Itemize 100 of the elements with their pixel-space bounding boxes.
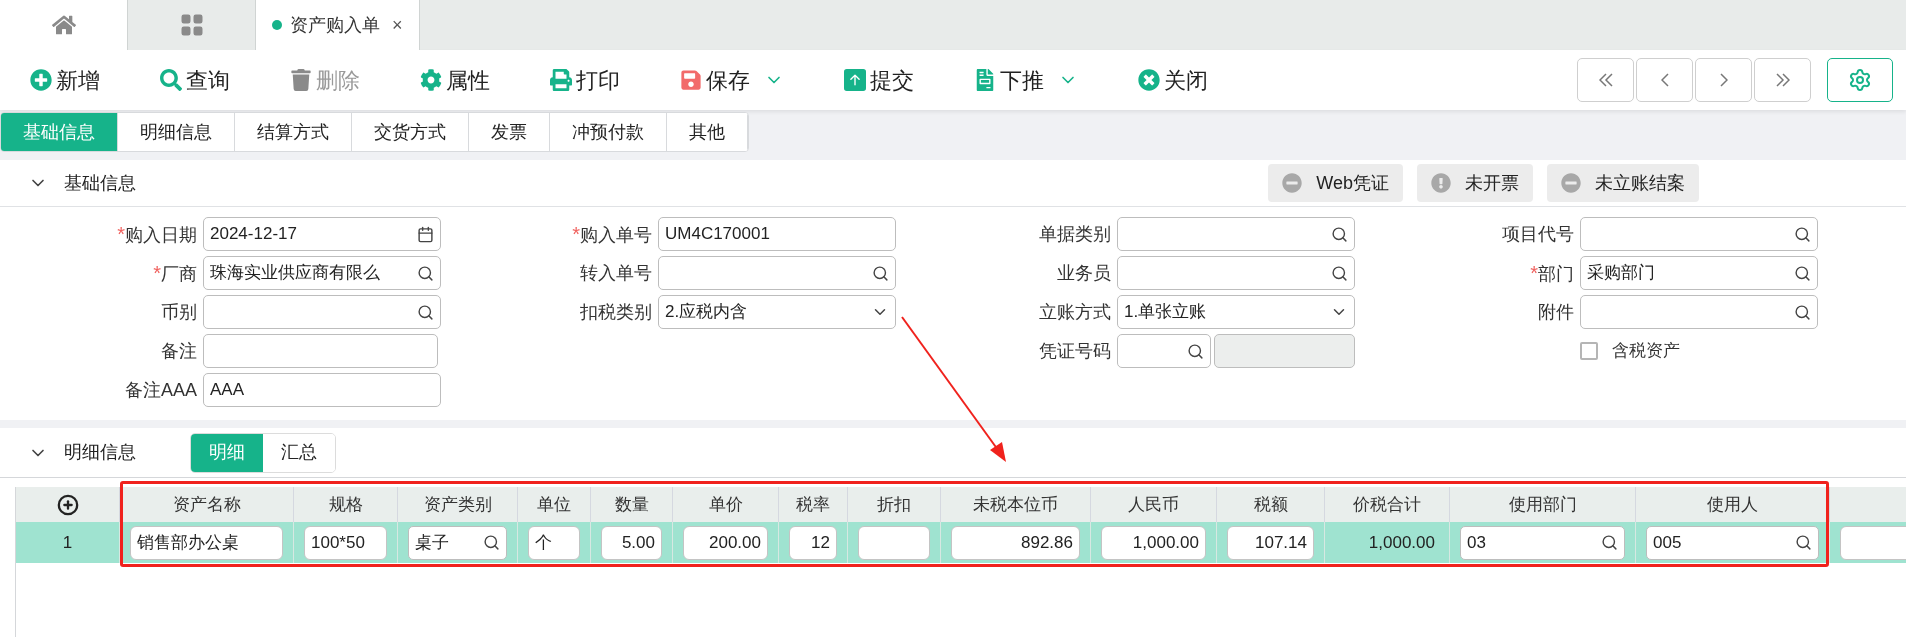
field-label: *厂商: [153, 261, 197, 286]
lookup-field[interactable]: [1117, 217, 1355, 251]
next-button[interactable]: [1695, 58, 1752, 102]
search-icon: [1331, 264, 1348, 282]
table-row[interactable]: 1 销售部办公桌 100*50 桌子 个 5.00 200.00 12 892.86 1,000.00 107.14 1,000.00 03 005: [16, 522, 1906, 563]
status-button[interactable]: Web凭证: [1268, 164, 1403, 202]
last-page-button[interactable]: [1754, 58, 1811, 102]
toolbar-button[interactable]: 关闭: [1138, 60, 1208, 100]
exclamation-icon: [1431, 173, 1451, 193]
field-label: *购入单号: [572, 222, 652, 247]
lookup-field[interactable]: 采购部门: [1580, 256, 1818, 290]
printer-icon: [550, 69, 572, 91]
toolbar-button[interactable]: 保存: [680, 60, 784, 100]
tab-title: 资产购入单: [290, 13, 380, 37]
cell-input[interactable]: 200.00: [683, 525, 768, 560]
home-icon: [51, 13, 76, 37]
field-label: 转入单号: [580, 261, 652, 285]
previous-button[interactable]: [1636, 58, 1693, 102]
lookup-field[interactable]: [1580, 217, 1818, 251]
field-label: 业务员: [1057, 261, 1111, 285]
lookup-field[interactable]: [1117, 334, 1211, 368]
field-label: 附件: [1538, 300, 1574, 324]
toolbar-button[interactable]: 查询: [160, 60, 230, 100]
cell-lookup[interactable]: 桌子: [408, 525, 507, 560]
toolbar-button[interactable]: 提交: [844, 60, 914, 100]
gear-icon: [420, 69, 442, 91]
section-title: 明细信息: [64, 441, 137, 464]
field-label: 备注AAA: [124, 378, 197, 402]
double-chevron-left-icon: [1598, 73, 1613, 87]
search-icon: [1601, 534, 1618, 551]
date-field[interactable]: 2024-12-17: [203, 217, 441, 251]
toolbar-button[interactable]: 打印: [550, 60, 620, 100]
lookup-field[interactable]: [203, 295, 441, 329]
field-label: 币别: [161, 300, 197, 324]
search-icon: [1794, 264, 1811, 282]
settings-button[interactable]: [1827, 58, 1893, 102]
field-label: 项目代号: [1502, 222, 1574, 246]
home-tab[interactable]: [0, 0, 128, 50]
cell-input[interactable]: [858, 525, 930, 560]
first-page-button[interactable]: [1577, 58, 1634, 102]
document-icon: [974, 69, 996, 91]
cell-lookup[interactable]: 005: [1646, 525, 1819, 560]
search-icon: [1794, 225, 1811, 243]
status-button[interactable]: 未开票: [1417, 164, 1533, 202]
cell-input[interactable]: 5.00: [601, 525, 662, 560]
search-icon: [1794, 303, 1811, 321]
search-icon: [417, 303, 434, 321]
search-icon: [160, 69, 182, 91]
cell-input[interactable]: 个: [528, 525, 580, 560]
lookup-field[interactable]: 珠海实业供应商有限么: [203, 256, 441, 290]
lookup-field[interactable]: [1117, 256, 1355, 290]
field-label: 扣税类别: [580, 300, 652, 324]
section-title: 基础信息: [64, 171, 136, 195]
status-button[interactable]: 未立账结案: [1547, 164, 1699, 202]
table-cell-text: 1,000.00: [1367, 531, 1436, 554]
minus-icon: [1561, 173, 1581, 193]
search-icon: [483, 534, 500, 551]
dropdown-field[interactable]: 1.单张立账: [1117, 295, 1355, 329]
grid-icon: [179, 13, 204, 37]
add-row-icon[interactable]: [56, 493, 79, 516]
calendar-icon: [417, 225, 434, 243]
close-icon: [1138, 69, 1160, 91]
field-label: 凭证号码: [1039, 339, 1111, 363]
checkbox[interactable]: [1580, 342, 1598, 360]
note-field[interactable]: [203, 334, 438, 368]
search-icon: [872, 264, 889, 282]
cell-lookup[interactable]: 03: [1460, 525, 1625, 560]
cell-input[interactable]: 销售部办公桌: [130, 525, 283, 560]
settings-icon: [1848, 68, 1872, 92]
toolbar-button[interactable]: 属性: [420, 60, 490, 100]
document-tab[interactable]: 资产购入单 ×: [256, 0, 420, 50]
lookup-field[interactable]: [1580, 295, 1818, 329]
chevron-left-icon: [1660, 73, 1669, 87]
checkbox-label: 含税资产: [1612, 340, 1680, 363]
minus-icon: [1282, 173, 1303, 193]
search-icon: [1331, 225, 1348, 243]
double-chevron-right-icon: [1775, 73, 1790, 87]
field-label: 立账方式: [1039, 300, 1111, 324]
cell-input[interactable]: [1840, 525, 1906, 560]
trash-icon: [290, 69, 312, 91]
row-number: 1: [62, 531, 73, 554]
cell-input[interactable]: 1,000.00: [1101, 525, 1206, 560]
field-label: 备注: [161, 339, 197, 363]
chevron-right-icon: [1719, 73, 1728, 87]
text-field[interactable]: AAA: [203, 373, 441, 407]
text-field[interactable]: UM4C170001: [658, 217, 896, 251]
toolbar-button[interactable]: 新增: [30, 60, 100, 100]
field-label: *购入日期: [117, 222, 197, 247]
close-icon[interactable]: ×: [392, 11, 403, 39]
search-icon: [417, 264, 434, 282]
field-label: 单据类别: [1039, 222, 1111, 246]
dropdown-field[interactable]: 2.应税内含: [658, 295, 896, 329]
cell-input[interactable]: 12: [789, 525, 837, 560]
cell-input[interactable]: 100*50: [304, 525, 387, 560]
toolbar-button[interactable]: 下推: [974, 60, 1078, 100]
cell-input[interactable]: 107.14: [1227, 525, 1314, 560]
field-label: *部门: [1530, 261, 1574, 286]
lookup-field[interactable]: [658, 256, 896, 290]
cell-input[interactable]: 892.86: [951, 525, 1080, 560]
search-icon: [1795, 534, 1812, 551]
